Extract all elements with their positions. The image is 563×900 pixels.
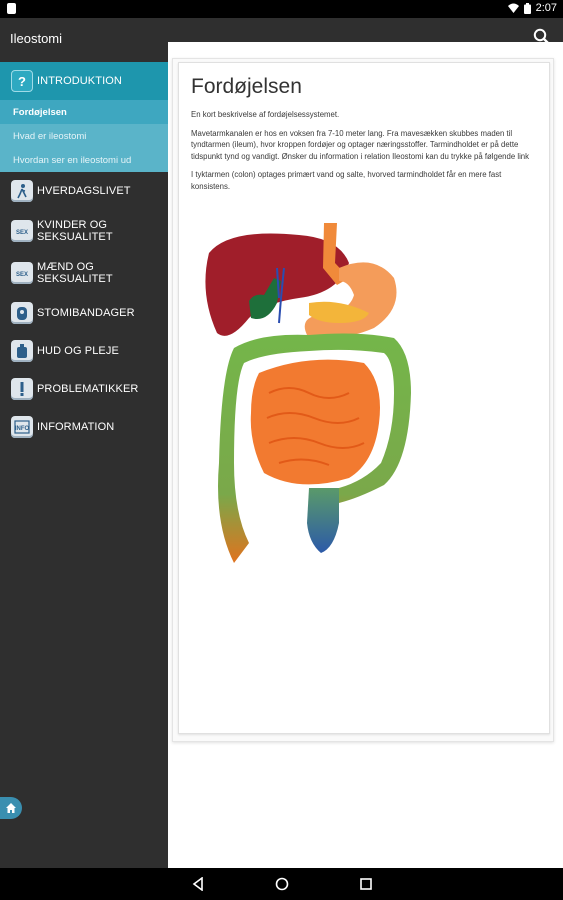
person-icon: [11, 180, 33, 202]
sex-icon: SEX: [11, 220, 33, 242]
sidebar-item-maend[interactable]: SEX MÆND OG SEKSUALITET: [0, 252, 168, 294]
home-button[interactable]: [0, 797, 22, 819]
exclamation-icon: [11, 378, 33, 400]
article-page: Fordøjelsen En kort beskrivelse af fordø…: [178, 62, 550, 734]
clock: 2:07: [535, 2, 557, 14]
app-title: Ileostomi: [10, 31, 63, 46]
svg-text:?: ?: [18, 74, 26, 88]
back-icon[interactable]: [191, 877, 205, 891]
sidebar-item-label: PROBLEMATIKKER: [37, 383, 139, 395]
sidebar-item-introduktion[interactable]: ? INTRODUKTION: [0, 62, 168, 100]
sidebar-item-label: STOMIBANDAGER: [37, 307, 135, 319]
sidebar: ? INTRODUKTION Fordøjelsen Hvad er ileos…: [0, 62, 168, 868]
question-icon: ?: [11, 70, 33, 92]
article-title: Fordøjelsen: [191, 75, 302, 98]
sidebar-item-problematikker[interactable]: PROBLEMATIKKER: [0, 370, 168, 408]
article-intro: En kort beskrivelse af fordøjelsessystem…: [191, 110, 340, 119]
sidebar-item-label: HUD OG PLEJE: [37, 345, 119, 357]
sidebar-item-hud-og-pleje[interactable]: HUD OG PLEJE: [0, 332, 168, 370]
sim-icon: [7, 3, 16, 14]
sub-navigation: Fordøjelsen Hvad er ileostomi Hvordan se…: [0, 100, 168, 172]
svg-text:info: info: [15, 426, 30, 432]
home-icon: [6, 803, 16, 813]
subitem-fordojelsen[interactable]: Fordøjelsen: [0, 100, 168, 124]
system-nav-bar: [0, 868, 563, 900]
subitem-hvad-er-ileostomi[interactable]: Hvad er ileostomi: [0, 124, 168, 148]
article-paragraph: I tyktarmen (colon) optages primært vand…: [191, 170, 502, 191]
sex-icon: SEX: [11, 262, 33, 284]
digestive-system-illustration: [205, 223, 411, 563]
svg-text:SEX: SEX: [16, 230, 28, 236]
sidebar-item-label: INTRODUKTION: [37, 75, 122, 87]
subitem-hvordan-ser-ud[interactable]: Hvordan ser en ileostomi ud: [0, 148, 168, 172]
article-paragraph: Mavetarmkanalen er hos en voksen fra 7-1…: [191, 128, 530, 161]
sidebar-item-label: INFORMATION: [37, 421, 115, 433]
bag-icon: [11, 302, 33, 324]
home-circle-icon[interactable]: [275, 877, 289, 891]
sidebar-item-hverdagslivet[interactable]: HVERDAGSLIVET: [0, 172, 168, 210]
battery-icon: [523, 2, 531, 14]
sidebar-item-stomibandager[interactable]: STOMIBANDAGER: [0, 294, 168, 332]
svg-text:SEX: SEX: [16, 272, 28, 278]
status-bar: 2:07: [0, 0, 563, 18]
sidebar-item-label: HVERDAGSLIVET: [37, 185, 131, 197]
sidebar-item-kvinder[interactable]: SEX KVINDER OG SEKSUALITET: [0, 210, 168, 252]
sidebar-item-information[interactable]: info INFORMATION: [0, 408, 168, 446]
info-icon: info: [11, 416, 33, 438]
sidebar-item-label: KVINDER OG SEKSUALITET: [37, 219, 113, 243]
recents-icon[interactable]: [359, 877, 373, 891]
wifi-icon: [507, 3, 519, 13]
bottle-icon: [11, 340, 33, 362]
sidebar-item-label: MÆND OG SEKSUALITET: [37, 261, 113, 285]
